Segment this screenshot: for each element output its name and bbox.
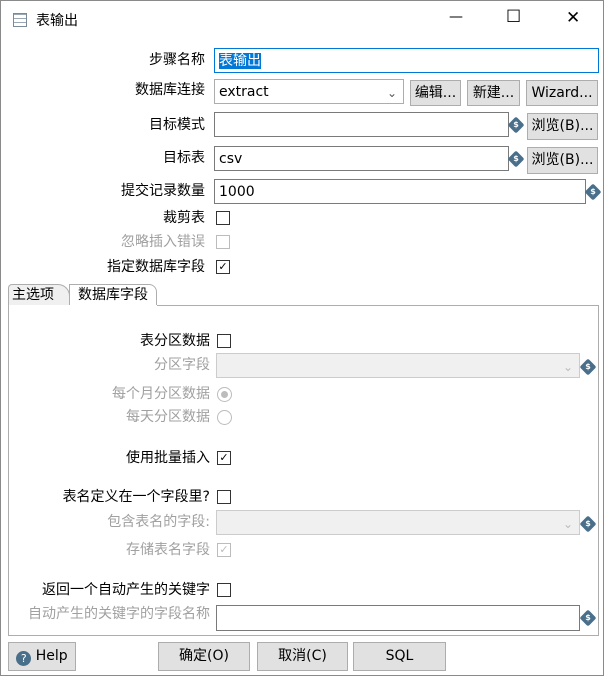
store-table-name-checkbox[interactable]: ✓ — [217, 543, 231, 557]
key-field-input[interactable] — [216, 605, 580, 631]
target-schema-label: 目标模式 — [149, 117, 205, 133]
connection-select[interactable]: extract ⌄ — [214, 79, 404, 104]
target-table-input[interactable]: csv — [214, 146, 509, 171]
batch-insert-label: 使用批量插入 — [126, 450, 210, 466]
variable-icon: $ — [579, 515, 597, 533]
table-in-field-checkbox[interactable] — [217, 490, 231, 504]
variable-icon: $ — [507, 150, 525, 168]
ignore-errors-label: 忽略插入错误 — [121, 234, 205, 250]
variable-icon: $ — [579, 358, 597, 376]
monthly-radio[interactable] — [217, 387, 232, 402]
batch-insert-checkbox[interactable]: ✓ — [217, 451, 231, 465]
specify-fields-label: 指定数据库字段 — [107, 259, 205, 275]
table-in-field-label: 表名定义在一个字段里? — [62, 489, 210, 505]
commit-size-label: 提交记录数量 — [121, 183, 205, 199]
browse-schema-button[interactable]: 浏览(B)... — [527, 113, 598, 140]
table-field-label: 包含表名的字段: — [107, 514, 210, 530]
table-icon — [13, 13, 27, 27]
step-name-label: 步骤名称 — [149, 52, 205, 68]
daily-radio[interactable] — [217, 410, 232, 425]
browse-table-button[interactable]: 浏览(B)... — [527, 147, 598, 174]
target-table-label: 目标表 — [163, 150, 205, 166]
daily-label: 每天分区数据 — [126, 409, 210, 425]
maximize-button[interactable]: ☐ — [506, 7, 521, 27]
close-button[interactable]: ✕ — [566, 8, 580, 28]
return-key-checkbox[interactable] — [217, 583, 231, 597]
sql-button[interactable]: SQL — [353, 642, 446, 671]
cancel-button[interactable]: 取消(C) — [257, 642, 348, 671]
partition-checkbox[interactable] — [217, 334, 231, 348]
store-table-name-label: 存储表名字段 — [126, 542, 210, 558]
variable-icon: $ — [507, 116, 525, 134]
variable-icon: $ — [584, 183, 602, 201]
tab-main-options[interactable]: 主选项 — [8, 284, 70, 306]
chevron-down-icon: ⌄ — [386, 86, 397, 100]
ignore-errors-checkbox[interactable] — [216, 235, 230, 249]
new-connection-button[interactable]: 新建... — [467, 80, 520, 106]
minimize-button[interactable]: — — [449, 9, 463, 25]
return-key-label: 返回一个自动产生的关键字 — [42, 582, 210, 598]
partition-field-label: 分区字段 — [154, 357, 210, 373]
chevron-down-icon: ⌄ — [562, 360, 573, 374]
partition-field-select[interactable]: ⌄ — [216, 353, 580, 378]
truncate-label: 裁剪表 — [163, 210, 205, 226]
ok-button[interactable]: 确定(O) — [158, 642, 250, 671]
table-field-select[interactable]: ⌄ — [216, 510, 580, 535]
help-icon: ? — [16, 651, 32, 666]
connection-label: 数据库连接 — [135, 82, 205, 98]
commit-size-input[interactable]: 1000 — [214, 179, 586, 204]
monthly-label: 每个月分区数据 — [112, 386, 210, 402]
tab-database-fields[interactable]: 数据库字段 — [69, 284, 157, 305]
variable-icon: $ — [579, 609, 597, 627]
window-title: 表输出 — [36, 13, 78, 29]
key-field-label: 自动产生的关键字的字段名称 — [28, 606, 210, 622]
truncate-checkbox[interactable] — [216, 211, 230, 225]
target-schema-input[interactable] — [214, 112, 509, 137]
chevron-down-icon: ⌄ — [562, 517, 573, 531]
help-button[interactable]: ? Help — [8, 642, 76, 671]
wizard-button[interactable]: Wizard... — [526, 80, 598, 106]
edit-connection-button[interactable]: 编辑... — [410, 80, 461, 106]
partition-label: 表分区数据 — [140, 333, 210, 349]
step-name-input[interactable]: 表输出 — [214, 48, 599, 73]
specify-fields-checkbox[interactable]: ✓ — [216, 260, 230, 274]
